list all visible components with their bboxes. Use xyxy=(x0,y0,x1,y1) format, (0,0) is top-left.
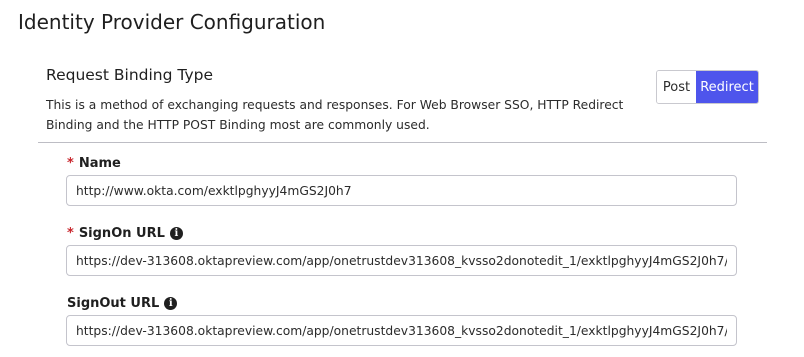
signout-url-label-text: SignOut URL xyxy=(67,296,160,311)
section-divider xyxy=(38,142,767,143)
post-binding-button[interactable]: Post xyxy=(657,71,696,103)
signout-url-input[interactable] xyxy=(66,315,737,346)
signout-url-label: SignOut URL i xyxy=(67,296,178,311)
page-title: Identity Provider Configuration xyxy=(18,10,326,34)
required-asterisk: * xyxy=(67,156,74,171)
binding-type-toggle: Post Redirect xyxy=(656,70,759,104)
request-binding-title: Request Binding Type xyxy=(46,66,213,84)
request-binding-description: This is a method of exchanging requests … xyxy=(46,98,624,132)
redirect-binding-button[interactable]: Redirect xyxy=(696,71,758,103)
signon-url-label-text: SignOn URL xyxy=(78,226,165,241)
idp-configuration-page: Identity Provider Configuration Request … xyxy=(0,0,804,357)
name-input[interactable] xyxy=(66,175,737,206)
info-circle-icon[interactable]: i xyxy=(169,227,183,240)
signon-url-label: * SignOn URL i xyxy=(67,226,183,241)
info-circle-icon[interactable]: i xyxy=(164,297,178,310)
required-asterisk: * xyxy=(67,226,74,241)
signon-url-input[interactable] xyxy=(66,245,737,276)
name-label: * Name xyxy=(67,156,121,171)
name-label-text: Name xyxy=(78,156,121,171)
